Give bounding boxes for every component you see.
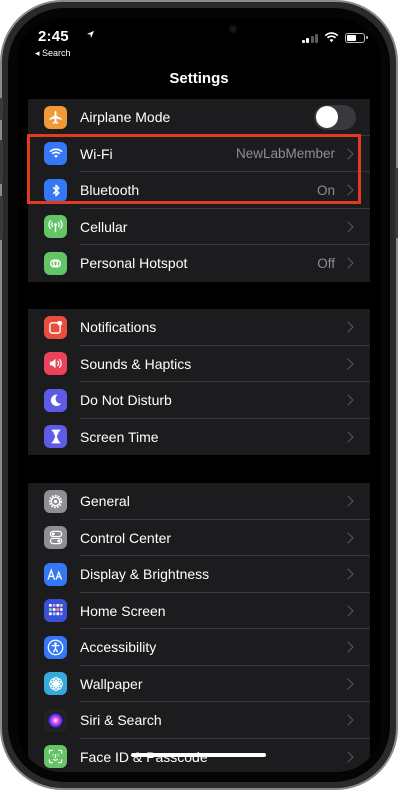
chevron-right-icon [342,641,354,653]
chevron-right-icon [342,714,354,726]
airplane-mode-toggle[interactable] [314,104,356,130]
settings-row-cellular[interactable]: Cellular [28,209,370,245]
settings-row-label: Personal Hotspot [80,255,188,272]
status-icons [301,32,368,43]
settings-group-general: General Control Center Display & Brightn… [28,483,370,772]
accessibility-icon [44,635,67,659]
page-title: Settings [169,70,229,87]
settings-row-do-not-disturb[interactable]: Do Not Disturb [28,382,370,419]
chevron-right-icon [342,221,354,233]
settings-row-notifications[interactable]: Notifications [28,309,370,346]
wifi-status-icon [324,32,339,43]
settings-row-label: Wallpaper [80,675,143,692]
bluetooth-icon [44,178,67,202]
sounds-icon [44,352,67,376]
settings-row-label: Notifications [80,319,157,336]
hourglass-icon [44,425,67,449]
chevron-right-icon [342,321,354,333]
settings-row-general[interactable]: General [28,483,370,520]
bluetooth-status-value: On [316,182,335,198]
settings-row-siri-search[interactable]: Siri & Search [28,702,370,739]
hotspot-icon [44,251,67,275]
switches-icon [44,526,67,550]
status-time: 2:45 [38,28,69,45]
settings-group-connectivity: Airplane Mode Wi-Fi NewLabMember Bluetoo… [28,99,370,282]
airplane-icon [44,105,67,129]
cellular-signal-icon [301,33,318,43]
chevron-right-icon [342,184,354,196]
settings-row-airplane-mode[interactable]: Airplane Mode [28,99,370,136]
cellular-icon [44,215,67,239]
volume-down-button [0,196,3,240]
settings-row-label: Siri & Search [80,712,162,729]
chevron-right-icon [342,431,354,443]
settings-row-personal-hotspot[interactable]: Personal Hotspot Off [28,245,370,282]
moon-icon [44,388,67,412]
wifi-icon [44,142,67,166]
chevron-right-icon [342,605,354,617]
settings-row-label: Control Center [80,529,172,546]
chevron-right-icon [342,678,354,690]
settings-row-wallpaper[interactable]: Wallpaper [28,666,370,702]
settings-row-label: Cellular [80,218,128,235]
settings-row-label: Airplane Mode [80,109,171,126]
settings-row-wifi[interactable]: Wi-Fi NewLabMember [28,136,370,172]
chevron-right-icon [342,751,354,763]
hotspot-status-value: Off [317,255,335,271]
toggle-knob [315,106,338,129]
settings-row-label: Display & Brightness [80,566,210,583]
settings-row-accessibility[interactable]: Accessibility [28,629,370,666]
settings-row-screen-time[interactable]: Screen Time [28,419,370,456]
silent-switch [0,98,3,120]
settings-row-control-center[interactable]: Control Center [28,520,370,556]
settings-row-label: Sounds & Haptics [80,355,192,372]
settings-row-label: Accessibility [80,639,157,656]
settings-row-sounds-haptics[interactable]: Sounds & Haptics [28,346,370,382]
settings-row-label: Home Screen [80,602,166,619]
wifi-network-value: NewLabMember [235,146,335,162]
settings-row-label: Do Not Disturb [80,392,172,409]
chevron-right-icon [342,394,354,406]
chevron-right-icon [342,257,354,269]
aa-text-icon [44,562,67,586]
settings-row-label: Screen Time [80,428,159,445]
chevron-right-icon [342,358,354,370]
settings-row-label: Wi-Fi [80,145,113,162]
chevron-right-icon [342,532,354,544]
siri-icon [44,708,67,732]
settings-row-label: General [80,493,130,510]
app-grid-icon [44,599,67,623]
screen: 2:45 ◂ Search Settings Airplane Mode Wi-… [17,18,381,772]
notifications-icon [44,315,67,339]
settings-row-display-brightness[interactable]: Display & Brightness [28,556,370,593]
settings-row-label: Bluetooth [80,182,140,199]
back-to-search-link[interactable]: ◂ Search [35,48,71,59]
battery-icon [345,32,368,43]
face-id-icon [44,745,67,769]
chevron-right-icon [342,495,354,507]
chevron-right-icon [342,568,354,580]
chevron-right-icon [342,148,354,160]
status-bar: 2:45 ◂ Search [17,18,381,62]
flower-icon [44,672,67,696]
settings-row-home-screen[interactable]: Home Screen [28,593,370,629]
settings-row-bluetooth[interactable]: Bluetooth On [28,172,370,209]
volume-up-button [0,140,3,184]
location-arrow-icon [86,30,95,39]
settings-group-notifications: Notifications Sounds & Haptics Do Not Di… [28,309,370,455]
home-indicator[interactable] [131,753,266,757]
gear-icon [44,489,67,513]
